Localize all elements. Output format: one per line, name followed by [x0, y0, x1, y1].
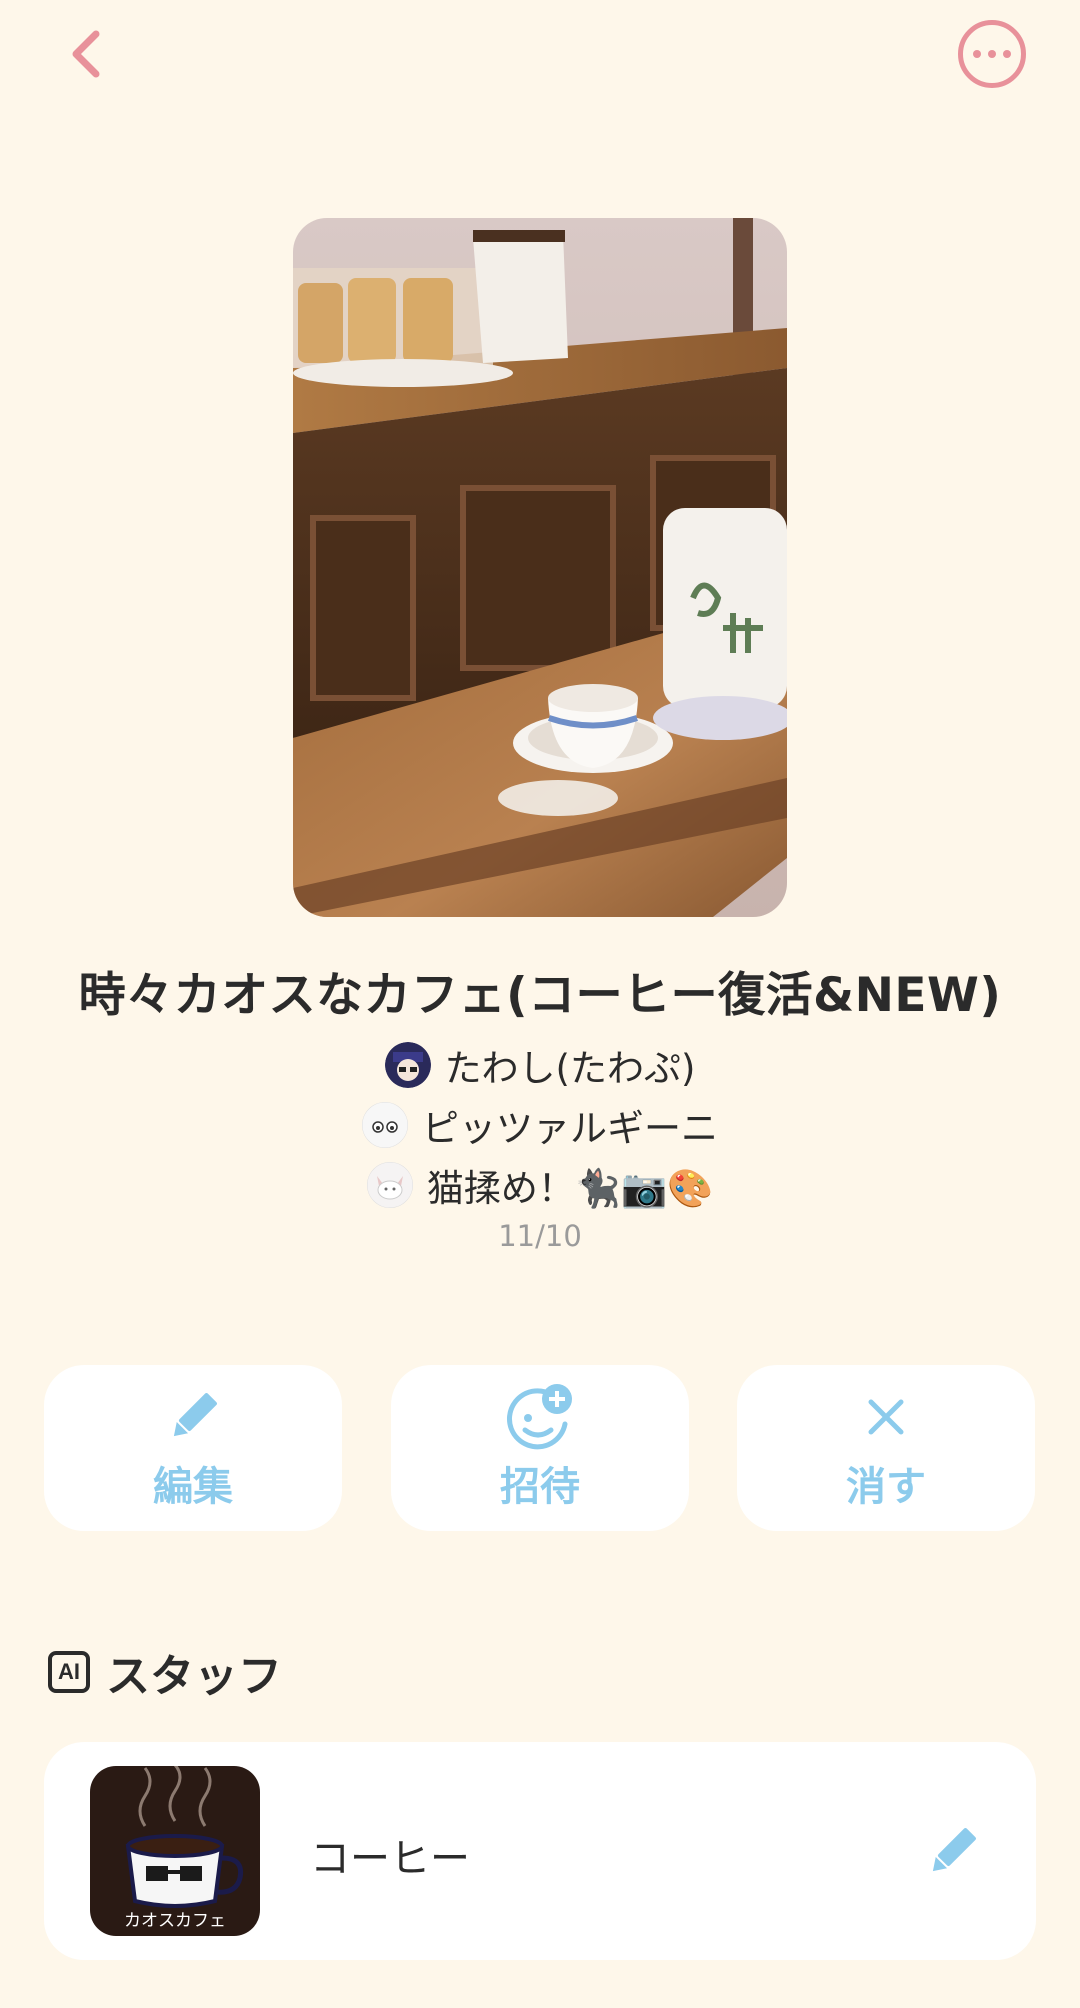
member-item[interactable]: ピッツァルギーニ	[362, 1095, 718, 1155]
delete-label: 消す	[846, 1464, 926, 1510]
member-list: たわし(たわぷ) ピッツァルギーニ 猫揉め！🐈‍⬛📷🎨	[0, 1035, 1080, 1253]
avatar	[362, 1102, 408, 1148]
member-name: たわし(たわぷ)	[444, 1047, 696, 1090]
pencil-icon	[932, 1828, 976, 1872]
room-date: 11/10	[498, 1219, 582, 1253]
avatar	[384, 1042, 431, 1088]
more-options-button[interactable]	[958, 20, 1026, 88]
staff-avatar-caption: カオスカフェ	[124, 1911, 226, 1931]
room-cover-image	[293, 218, 787, 917]
close-icon	[865, 1384, 907, 1450]
back-button[interactable]	[52, 20, 120, 88]
member-item[interactable]: たわし(たわぷ)	[384, 1035, 696, 1095]
delete-button[interactable]: 消す	[737, 1365, 1035, 1531]
staff-edit-button[interactable]	[920, 1820, 984, 1884]
room-title: 時々カオスなカフェ(コーヒー復活&NEW)	[78, 968, 1002, 1023]
staff-item[interactable]: カオスカフェ コーヒー	[44, 1742, 1036, 1960]
staff-section-title: スタッフ	[106, 1651, 282, 1702]
edit-button[interactable]: 編集	[44, 1365, 342, 1531]
pencil-icon	[164, 1384, 222, 1450]
member-item[interactable]: 猫揉め！🐈‍⬛📷🎨	[366, 1155, 714, 1215]
member-name: ピッツァルギーニ	[422, 1107, 718, 1150]
member-name: 猫揉め！🐈‍⬛📷🎨	[426, 1167, 714, 1210]
add-user-icon	[505, 1384, 575, 1450]
chevron-left-icon	[72, 30, 100, 78]
avatar	[366, 1162, 413, 1208]
invite-label: 招待	[500, 1464, 580, 1510]
staff-name: コーヒー	[310, 1836, 470, 1882]
more-horizontal-icon	[973, 50, 981, 58]
staff-section-header: AI スタッフ	[48, 1640, 282, 1704]
staff-avatar: カオスカフェ	[90, 1766, 260, 1936]
edit-label: 編集	[153, 1464, 233, 1510]
ai-badge: AI	[48, 1651, 90, 1693]
invite-button[interactable]: 招待	[391, 1365, 689, 1531]
